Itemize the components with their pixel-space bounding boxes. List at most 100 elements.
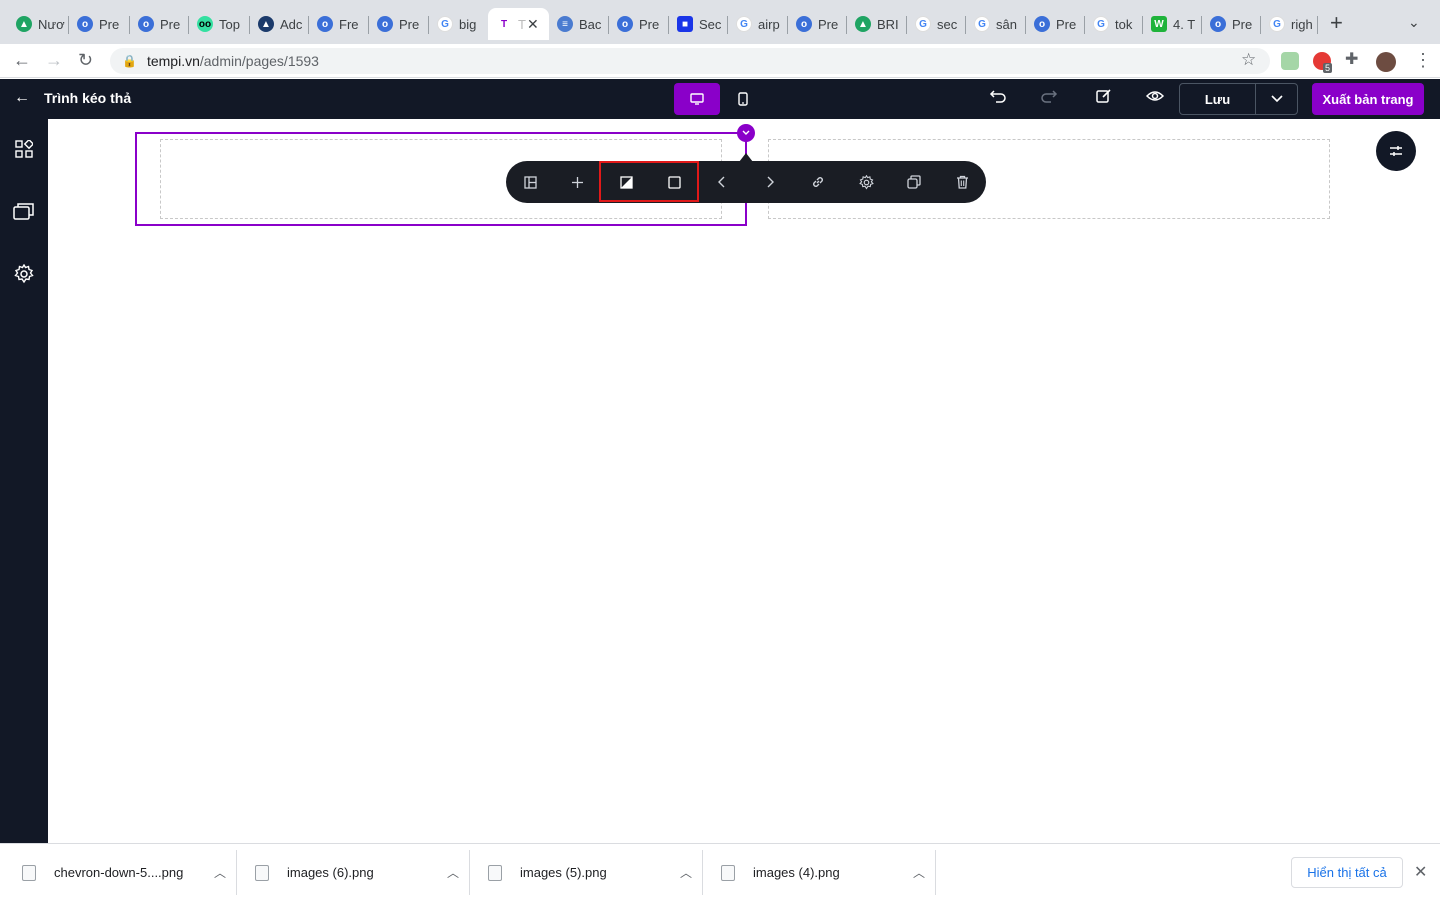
editor-sidebar [0, 119, 48, 843]
chevron-up-icon[interactable]: ︿ [214, 864, 226, 881]
download-filename: images (5).png [520, 865, 607, 880]
undo-icon[interactable] [989, 88, 1007, 109]
chevron-right-icon[interactable] [758, 170, 782, 194]
file-icon [488, 864, 502, 881]
arrow-left-icon[interactable]: ← [14, 89, 30, 107]
downloads-bar: chevron-down-5....png ︿ images (6).png ︿… [0, 843, 1440, 900]
chevron-up-icon[interactable]: ︿ [447, 864, 459, 881]
browser-tab[interactable]: ▲ Adc [250, 8, 308, 40]
tripadvisor-icon: oo [197, 16, 213, 32]
download-separator [236, 850, 237, 895]
eye-icon[interactable] [1145, 88, 1165, 108]
publish-button[interactable]: Xuất bản trang [1312, 83, 1424, 115]
kebab-menu-icon[interactable]: ⋮ [1414, 50, 1432, 70]
owl-icon: o [77, 16, 93, 32]
chevron-down-icon[interactable]: ⌄ [1408, 14, 1420, 31]
new-tab-icon[interactable]: + [1330, 12, 1343, 34]
file-icon [255, 864, 269, 881]
extension-icon[interactable] [1281, 52, 1299, 70]
browser-tab[interactable]: oo Top [189, 8, 249, 40]
owl-icon: o [377, 16, 393, 32]
download-filename: images (4).png [753, 865, 840, 880]
selection-handle[interactable] [737, 124, 755, 142]
file-icon [22, 864, 36, 881]
edit-icon[interactable] [1095, 88, 1112, 110]
settings-icon[interactable] [13, 263, 35, 285]
browser-tab[interactable]: Gtok [1085, 8, 1142, 40]
browser-tab[interactable]: W 4. T [1143, 8, 1201, 40]
monitor-icon [690, 93, 704, 105]
extension-badge: 5 [1323, 63, 1333, 73]
owl-icon: o [1034, 16, 1050, 32]
style-settings-button[interactable] [1376, 131, 1416, 171]
chevron-up-icon[interactable]: ︿ [680, 864, 692, 881]
browser-tab[interactable]: o Pre [69, 8, 129, 40]
browser-tab[interactable]: o Pre [1026, 8, 1084, 40]
forward-arrow-icon[interactable]: → [45, 50, 63, 70]
tempi-icon: T [496, 16, 512, 32]
trash-icon[interactable] [950, 170, 974, 194]
smartphone-icon [738, 92, 748, 106]
tab-separator [1317, 16, 1318, 34]
download-item[interactable]: chevron-down-5....png ︿ [22, 844, 226, 901]
show-all-downloads-button[interactable]: Hiển thị tất cả [1291, 857, 1403, 888]
layout-icon[interactable] [518, 170, 542, 194]
download-item[interactable]: images (4).png ︿ [721, 844, 925, 901]
link-icon[interactable] [806, 170, 830, 194]
star-icon[interactable]: ☆ [1241, 50, 1256, 70]
desktop-view-button[interactable] [674, 83, 720, 115]
browser-tab[interactable]: ▲ Nươ [8, 8, 68, 40]
mountain-icon: ▲ [258, 16, 274, 32]
pages-icon[interactable] [13, 200, 35, 222]
browser-tab[interactable]: ≡ Bac [549, 8, 608, 40]
widgets-icon[interactable] [13, 138, 35, 160]
google-drive-icon: ▲ [16, 16, 32, 32]
lock-icon: 🔒 [122, 54, 137, 68]
download-item[interactable]: images (6).png ︿ [255, 844, 459, 901]
browser-tab[interactable]: Gsec [907, 8, 965, 40]
browser-tab-strip: ▲ Nươ o Pre o Pre oo Top ▲ Adc o Fre o Pre Gbig… [0, 0, 1440, 44]
browser-tab[interactable]: o Pre [1202, 8, 1260, 40]
browser-tab[interactable]: Gsân [966, 8, 1025, 40]
browser-tab[interactable]: o Pre [609, 8, 668, 40]
browser-tab[interactable]: Grigh [1261, 8, 1317, 40]
sliders-icon [1390, 146, 1402, 156]
browser-toolbar: ← → ↻ 🔒 tempi.vn/admin/pages/1593 ☆ 5 ✚ … [0, 44, 1440, 78]
avatar[interactable] [1376, 52, 1396, 72]
browser-tab[interactable]: ▲ BRI [847, 8, 906, 40]
address-bar[interactable]: 🔒 tempi.vn/admin/pages/1593 [110, 48, 1270, 74]
reload-icon[interactable]: ↻ [78, 50, 93, 70]
owl-icon: o [617, 16, 633, 32]
browser-tab[interactable]: o Pre [369, 8, 428, 40]
editor-header: ← Trình kéo thả Lưu Xuất bản trang [0, 79, 1440, 119]
google-icon: G [974, 16, 990, 32]
gear-icon[interactable] [854, 170, 878, 194]
save-button[interactable]: Lưu [1180, 84, 1256, 114]
save-options-dropdown[interactable] [1256, 84, 1297, 114]
back-arrow-icon[interactable]: ← [13, 50, 31, 70]
browser-tab[interactable]: Gairp [728, 8, 787, 40]
puzzle-extensions-icon[interactable]: ✚ [1345, 50, 1358, 70]
browser-tab[interactable]: o Pre [130, 8, 188, 40]
url-path: /admin/pages/1593 [199, 53, 319, 69]
download-filename: images (6).png [287, 865, 374, 880]
editor-canvas[interactable] [48, 119, 1440, 843]
close-tab-icon[interactable]: ✕ [527, 16, 539, 33]
browser-tab[interactable]: Gbig [429, 8, 487, 40]
chevron-left-icon[interactable] [710, 170, 734, 194]
plus-icon[interactable] [565, 170, 589, 194]
copy-icon[interactable] [902, 170, 926, 194]
browser-tab[interactable]: ■ Sec [669, 8, 727, 40]
download-item[interactable]: images (5).png ︿ [488, 844, 692, 901]
file-icon [721, 864, 735, 881]
redo-icon[interactable] [1040, 88, 1058, 109]
chevron-down-icon [1270, 95, 1283, 103]
close-icon[interactable]: ✕ [1414, 862, 1427, 882]
browser-tab[interactable]: o Pre [788, 8, 846, 40]
chevron-down-icon [742, 130, 750, 135]
chevron-up-icon[interactable]: ︿ [913, 864, 925, 881]
browser-tab-active[interactable]: TT [488, 8, 549, 40]
browser-tab[interactable]: o Fre [309, 8, 368, 40]
mobile-view-button[interactable] [720, 83, 766, 115]
google-icon: G [1269, 16, 1285, 32]
